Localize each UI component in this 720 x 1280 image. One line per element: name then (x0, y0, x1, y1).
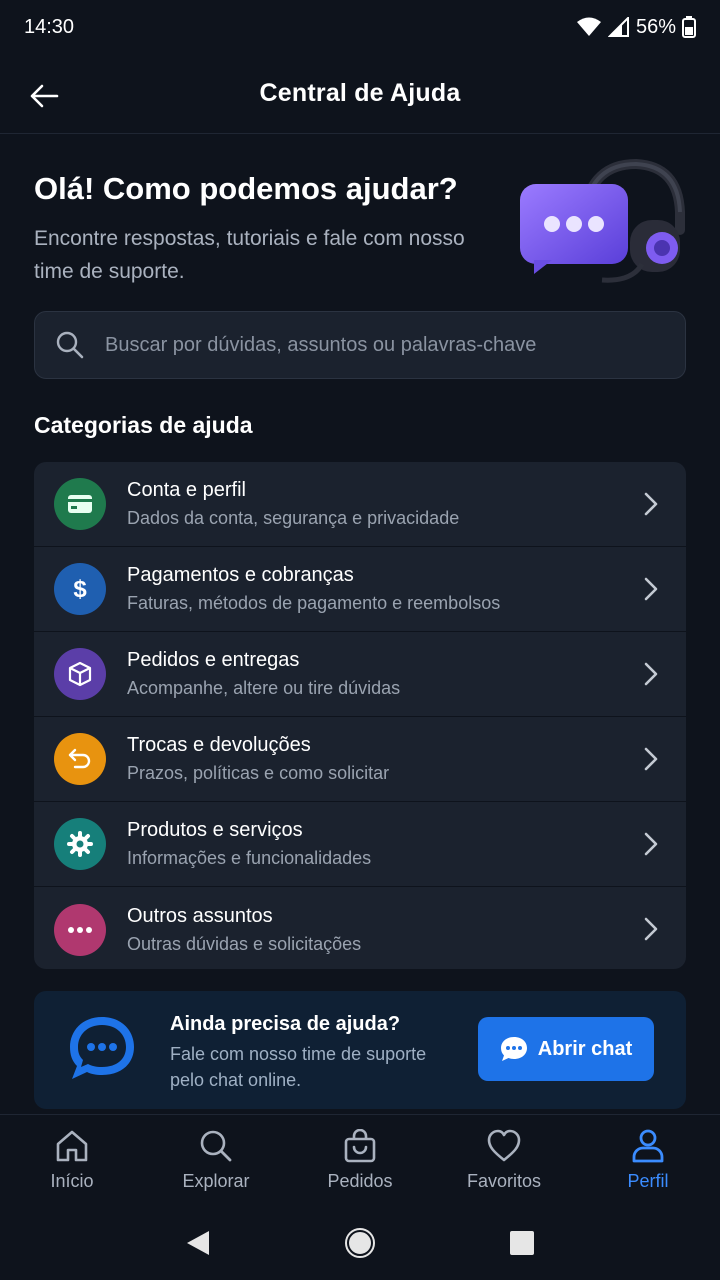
battery-percent: 56% (635, 15, 676, 38)
home-icon (56, 1130, 88, 1162)
category-subtitle: Dados da conta, segurança e privacidade (127, 508, 460, 528)
section-title: Categorias de ajuda (34, 412, 253, 438)
hero-title: Olá! Como podemos ajudar? (34, 171, 458, 206)
nav-label: Início (50, 1171, 94, 1191)
battery-icon (682, 16, 696, 38)
category-item-pagamentos[interactable]: $ Pagamentos e cobranças Faturas, método… (34, 547, 686, 632)
chat-bubble-headset-icon (520, 158, 685, 283)
category-subtitle: Outras dúvidas e solicitações (127, 933, 362, 954)
nav-item-pedidos[interactable]: Pedidos (288, 1115, 432, 1206)
heart-icon (487, 1129, 521, 1162)
back-nav-icon[interactable] (185, 1229, 211, 1257)
chevron-right-icon (644, 492, 658, 516)
arrow-left-icon (30, 84, 59, 108)
back-button[interactable] (24, 76, 64, 116)
search-input[interactable]: Buscar por dúvidas, assuntos ou palavras… (34, 311, 686, 379)
open-chat-button[interactable]: Abrir chat (478, 1017, 654, 1081)
category-title: Pagamentos e cobranças (127, 564, 354, 586)
nav-label: Explorar (182, 1171, 250, 1191)
category-item-trocas[interactable]: Trocas e devoluções Prazos, políticas e … (34, 717, 686, 802)
dollar-icon: $ (54, 563, 106, 615)
category-subtitle: Faturas, métodos de pagamento e reembols… (127, 593, 501, 613)
nav-label: Pedidos (327, 1171, 393, 1191)
status-time: 14:30 (24, 15, 75, 38)
nav-item-explorar[interactable]: Explorar (144, 1115, 288, 1206)
nav-item-favoritos[interactable]: Favoritos (432, 1115, 576, 1206)
chat-support-icon (70, 1017, 134, 1079)
category-subtitle: Prazos, políticas e como solicitar (127, 763, 390, 783)
category-subtitle: Informações e funcionalidades (127, 848, 372, 868)
category-item-conta[interactable]: Conta e perfil Dados da conta, segurança… (34, 462, 686, 547)
open-chat-label: Abrir chat (537, 1037, 633, 1060)
person-icon (632, 1129, 664, 1163)
chevron-right-icon (644, 832, 658, 856)
page-title: Central de Ajuda (259, 79, 461, 107)
wifi-icon (576, 17, 601, 36)
category-item-pedidos[interactable]: Pedidos e entregas Acompanhe, altere ou … (34, 632, 686, 717)
hero-subtitle: Encontre respostas, tutoriais e fale com… (34, 227, 465, 283)
nav-label: Perfil (627, 1171, 669, 1191)
app-header: Central de Ajuda (0, 54, 720, 134)
chevron-right-icon (644, 577, 658, 601)
search-icon (56, 331, 84, 359)
status-bar: 14:30 56% (0, 0, 720, 54)
more-icon (54, 903, 106, 956)
category-item-produtos[interactable]: Produtos e serviços Informações e funcio… (34, 802, 686, 887)
category-title: Trocas e devoluções (127, 734, 311, 756)
card-icon (54, 478, 106, 530)
system-nav (0, 1206, 720, 1280)
search-icon (200, 1130, 232, 1162)
hero: Olá! Como podemos ajudar? Encontre respo… (34, 160, 504, 288)
category-list: Conta e perfil Dados da conta, segurança… (34, 462, 686, 969)
svg-text:$: $ (73, 576, 87, 603)
chat-icon (500, 1037, 527, 1061)
recents-nav-icon[interactable] (509, 1230, 535, 1256)
category-title: Produtos e serviços (127, 819, 303, 841)
category-title: Conta e perfil (127, 479, 246, 501)
chevron-right-icon (644, 917, 658, 941)
home-nav-icon[interactable] (345, 1228, 375, 1258)
bag-icon (344, 1129, 376, 1163)
category-item-outros[interactable]: Outros assuntos Outras dúvidas e solicit… (34, 887, 686, 969)
nav-item-perfil[interactable]: Perfil (576, 1115, 720, 1206)
chevron-right-icon (644, 662, 658, 686)
category-subtitle: Acompanhe, altere ou tire dúvidas (127, 678, 401, 698)
nav-label: Favoritos (466, 1171, 542, 1191)
return-icon (54, 733, 106, 785)
gear-icon (54, 818, 106, 870)
category-title: Pedidos e entregas (127, 649, 300, 671)
help-card: Ainda precisa de ajuda? Fale com nosso t… (34, 991, 686, 1109)
search-placeholder: Buscar por dúvidas, assuntos ou palavras… (105, 333, 537, 356)
category-title: Outros assuntos (127, 904, 273, 927)
nav-item-inicio[interactable]: Início (0, 1115, 144, 1206)
box-icon (54, 648, 106, 700)
bottom-nav: Início Explorar Pedidos Favoritos Perfil (0, 1114, 720, 1206)
help-title: Ainda precisa de ajuda? (170, 1013, 401, 1035)
status-icons: 56% (576, 16, 696, 39)
chevron-right-icon (644, 747, 658, 771)
signal-icon (607, 17, 629, 37)
help-subtitle: Fale com nosso time de suporte pelo chat… (170, 1044, 427, 1090)
